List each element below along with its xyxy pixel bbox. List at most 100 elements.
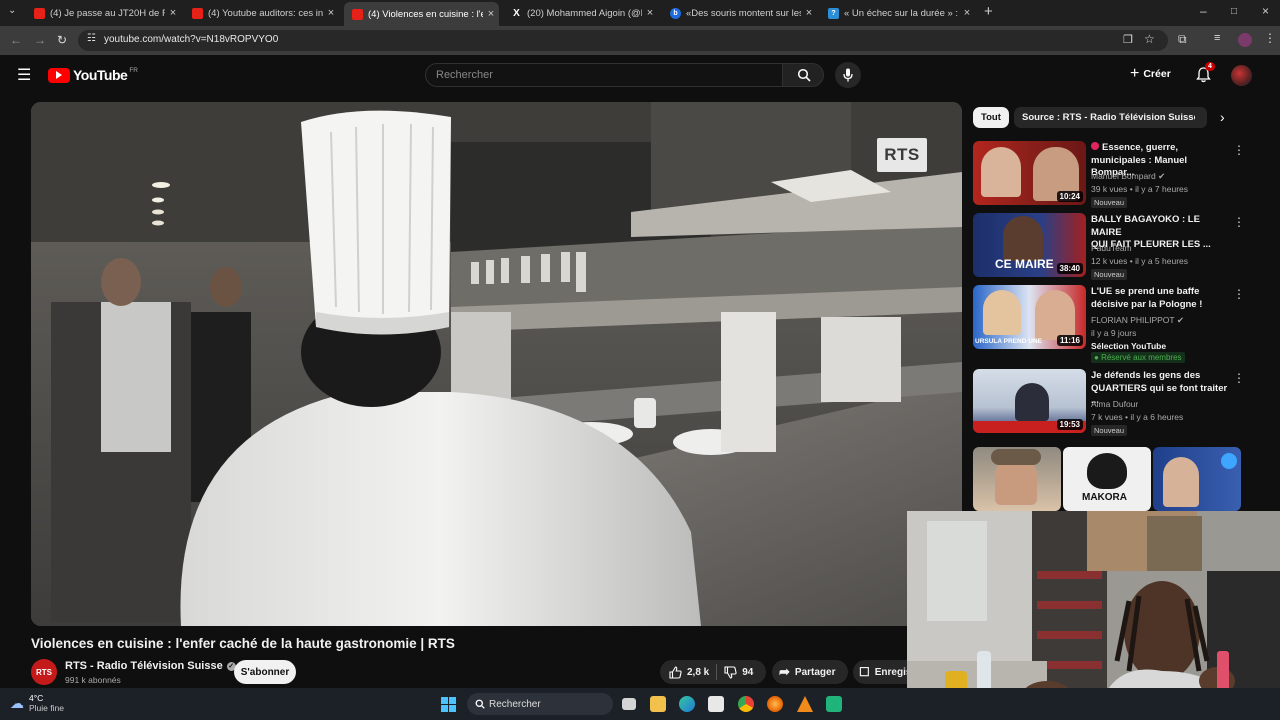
share-label: Partager <box>794 666 836 678</box>
recommendation-meta: 39 k vues • il y a 7 heures <box>1091 184 1188 194</box>
search-input[interactable]: Rechercher <box>425 63 783 87</box>
account-avatar[interactable] <box>1231 65 1252 86</box>
create-label: Créer <box>1143 68 1171 80</box>
title-line: Je défends les gens des <box>1091 370 1201 381</box>
back-arrow-icon[interactable]: ← <box>10 33 22 47</box>
more-options-icon[interactable]: ⋮ <box>1233 143 1245 157</box>
channel-avatar[interactable]: RTS <box>31 659 57 685</box>
rts-watermark: RTS <box>877 138 927 172</box>
close-icon[interactable]: × <box>165 7 181 19</box>
windows-start-icon[interactable] <box>441 697 456 712</box>
recommendation-item[interactable]: 10:24 Essence, guerre, municipales : Man… <box>973 141 1245 208</box>
task-view-icon[interactable] <box>622 698 636 710</box>
tab-list-chevron-icon[interactable]: ⌄ <box>8 5 16 16</box>
window-close-icon[interactable]: × <box>1262 4 1269 18</box>
recommendation-title: L'UE se prend une baffe décisive par la … <box>1091 286 1231 311</box>
hamburger-menu-icon[interactable]: ☰ <box>17 65 31 85</box>
app-icon[interactable] <box>826 696 842 712</box>
chrome-icon[interactable] <box>738 696 754 712</box>
close-icon[interactable]: × <box>801 7 817 19</box>
subscribe-label: S'abonner <box>240 666 290 678</box>
shorts-thumbnail[interactable]: MAKORA <box>1063 447 1151 511</box>
live-dot-icon <box>1091 142 1099 150</box>
taskbar-search[interactable]: Rechercher <box>467 693 613 715</box>
watermark-text: RTS <box>884 145 920 164</box>
like-button[interactable]: 2,8 k <box>660 665 710 679</box>
voice-search-button[interactable] <box>835 62 861 88</box>
country-code: FR <box>129 66 138 74</box>
youtube-selection-label: Sélection YouTube <box>1091 341 1167 351</box>
members-text: Réservé aux membres <box>1101 353 1182 362</box>
extensions-icon[interactable]: ⧉ <box>1178 32 1187 47</box>
like-count: 2,8 k <box>687 666 710 678</box>
maximize-icon[interactable]: □ <box>1231 6 1237 17</box>
forward-arrow-icon[interactable]: → <box>34 33 46 47</box>
file-explorer-icon[interactable] <box>650 696 666 712</box>
chip-source[interactable]: Source : RTS - Radio Télévision Suisse <box>1014 107 1207 128</box>
weather-widget[interactable]: ☁ 4°C Pluie fine <box>10 693 64 713</box>
news-icon: b <box>670 7 681 19</box>
thumbs-down-icon <box>724 665 737 679</box>
more-options-icon[interactable]: ⋮ <box>1233 287 1245 301</box>
recommendation-item[interactable]: 19:53 Je défends les gens des QUARTIERS … <box>973 369 1245 436</box>
more-options-icon[interactable]: ⋮ <box>1233 371 1245 385</box>
recommendation-item[interactable]: CE MAIRE 38:40 BALLY BAGAYOKO : LE MAIRE… <box>973 213 1245 280</box>
close-icon[interactable]: × <box>483 8 499 20</box>
store-icon[interactable] <box>708 696 724 712</box>
browser-tab[interactable]: b «Des souris montent sur les sal × <box>662 3 817 23</box>
more-options-icon[interactable]: ⋮ <box>1233 215 1245 229</box>
recommendation-channel: FLORIAN PHILIPPOT ✔ <box>1091 315 1184 326</box>
browser-tab[interactable]: (4) Youtube auditors: ces influe × <box>184 3 339 23</box>
video-frame-kitchen-scene <box>31 102 962 626</box>
firefox-icon[interactable] <box>767 696 783 712</box>
channel-avatar-text: RTS <box>36 667 52 677</box>
site-info-icon[interactable]: ☷ <box>87 33 96 44</box>
channel-text: Manuel Bompard <box>1091 171 1156 181</box>
notifications-button[interactable]: 4 <box>1196 62 1215 88</box>
reload-icon[interactable]: ↻ <box>57 33 67 47</box>
youtube-logo[interactable]: YouTube FR <box>48 67 138 83</box>
save-button[interactable]: ☐ Enregis <box>853 660 913 684</box>
browser-tab-active[interactable]: (4) Violences en cuisine : l'enfer × <box>344 2 499 26</box>
x-icon: X <box>513 7 520 19</box>
install-icon[interactable]: ❐ <box>1123 33 1133 46</box>
shorts-thumbnail[interactable] <box>1153 447 1241 511</box>
media-controls-icon[interactable]: ≡ <box>1214 32 1220 44</box>
search-icon <box>797 68 811 82</box>
title-line: L'UE se prend une baffe <box>1091 286 1200 297</box>
profile-icon[interactable] <box>1238 33 1252 47</box>
edge-icon[interactable] <box>679 696 695 712</box>
channel-name[interactable]: RTS - Radio Télévision Suisse ✓ <box>65 660 236 672</box>
shorts-thumbnail[interactable] <box>973 447 1061 511</box>
chrome-menu-icon[interactable]: ⋮ <box>1264 31 1276 45</box>
browser-tab[interactable]: (4) Je passe au JT20H de France × <box>26 3 181 23</box>
thumbnail-caption: URSULA PREND UNE <box>975 338 1042 345</box>
dislike-button[interactable]: 94 <box>724 665 753 679</box>
youtube-play-icon <box>48 67 70 83</box>
close-icon[interactable]: × <box>323 7 339 19</box>
url-text[interactable]: youtube.com/watch?v=N18vROPVYO0 <box>104 34 278 45</box>
browser-tab[interactable]: X (20) Mohammed Aigoin (@Mo × <box>503 3 658 23</box>
share-button[interactable]: ➦ Partager <box>772 660 848 684</box>
search-button[interactable] <box>782 63 824 87</box>
chip-all[interactable]: Tout <box>973 107 1009 128</box>
minimize-icon[interactable]: – <box>1200 4 1207 18</box>
like-separator <box>716 664 718 680</box>
close-icon[interactable]: × <box>642 7 658 19</box>
video-player[interactable]: RTS <box>31 102 962 626</box>
tab-title: (4) Youtube auditors: ces influe <box>208 7 323 19</box>
recommendation-item[interactable]: URSULA PREND UNE 11:16 L'UE se prend une… <box>973 285 1245 363</box>
microphone-icon <box>843 68 853 82</box>
omnibox[interactable]: ☷ youtube.com/watch?v=N18vROPVYO0 ❐ ☆ <box>78 30 1168 51</box>
new-tab-plus-icon[interactable]: + <box>984 3 993 20</box>
close-icon[interactable]: × <box>959 7 975 19</box>
title-line: BALLY BAGAYOKO : LE MAIRE <box>1091 214 1200 238</box>
vlc-icon[interactable] <box>797 696 813 712</box>
bookmark-star-icon[interactable]: ☆ <box>1144 32 1155 46</box>
browser-tab[interactable]: ? « Un échec sur la durée » : Aldi × <box>820 3 975 23</box>
create-button[interactable]: + Créer <box>1130 65 1171 83</box>
chevron-right-icon[interactable]: › <box>1220 109 1225 125</box>
recommendation-channel: PaduTeam <box>1091 243 1132 253</box>
subscribe-button[interactable]: S'abonner <box>234 660 296 684</box>
chip-more[interactable] <box>1195 107 1207 128</box>
